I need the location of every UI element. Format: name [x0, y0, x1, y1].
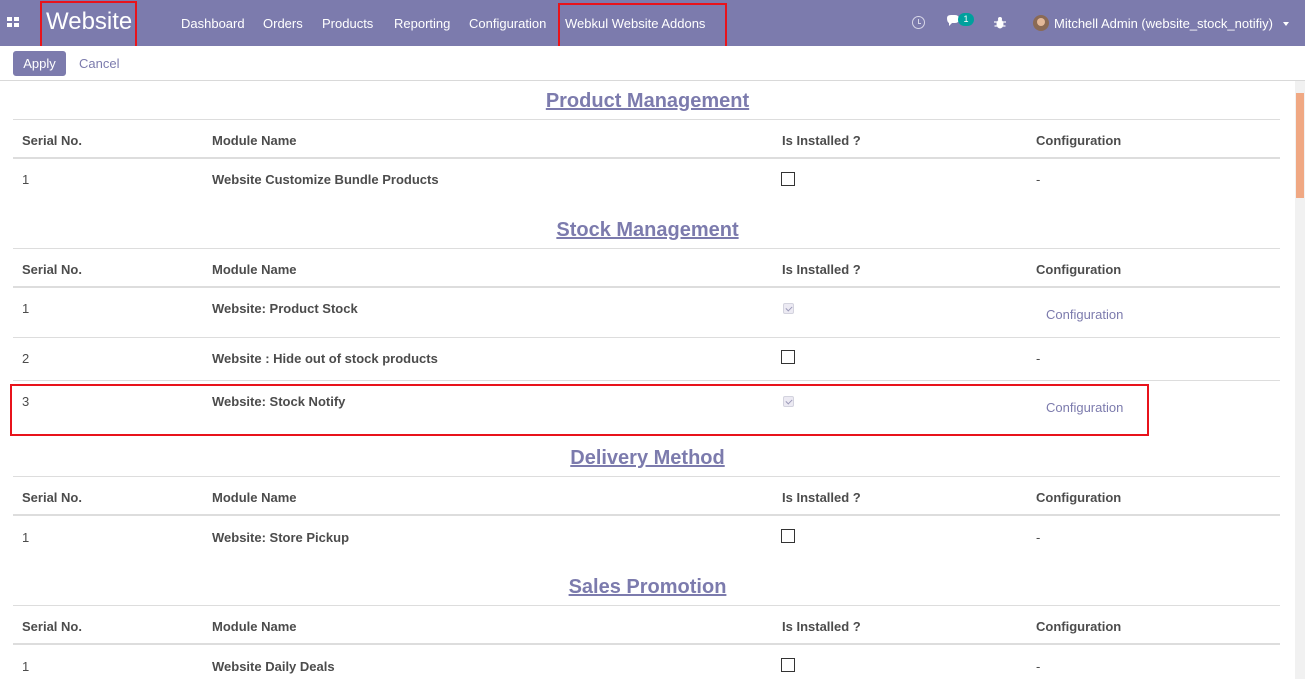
section-title-stock-management: Stock Management — [556, 219, 739, 241]
brand-highlight-box — [40, 1, 137, 48]
installed-checkbox[interactable] — [783, 303, 794, 314]
menu-products[interactable]: Products — [322, 16, 373, 31]
installed-checkbox[interactable] — [781, 350, 795, 364]
table-header: Serial No. Module Name Is Installed ? Co… — [13, 476, 1280, 516]
menu-configuration[interactable]: Configuration — [469, 16, 546, 31]
config-placeholder: - — [1036, 530, 1041, 545]
module-name: Website: Store Pickup — [212, 530, 350, 545]
table-row: 2 Website : Hide out of stock products - — [13, 338, 1280, 381]
installed-checkbox[interactable] — [781, 529, 795, 543]
user-avatar[interactable] — [1033, 15, 1049, 31]
header-module: Module Name — [212, 133, 297, 148]
chat-count-badge: 1 — [958, 13, 974, 26]
section-title-sales-promotion: Sales Promotion — [568, 576, 727, 598]
module-name: Website: Product Stock — [212, 301, 358, 316]
serial-cell: 2 — [22, 351, 30, 366]
header-installed: Is Installed ? — [782, 133, 861, 148]
vertical-scrollbar[interactable] — [1295, 81, 1305, 679]
config-placeholder: - — [1036, 172, 1041, 187]
header-installed: Is Installed ? — [782, 619, 861, 634]
module-name: Website : Hide out of stock products — [212, 351, 438, 366]
header-serial: Serial No. — [22, 133, 82, 148]
installed-checkbox[interactable] — [781, 658, 795, 672]
installed-checkbox[interactable] — [781, 172, 795, 186]
header-module: Module Name — [212, 490, 297, 505]
section-title-product-management: Product Management — [545, 90, 750, 112]
header-configuration: Configuration — [1036, 133, 1122, 148]
control-panel: Apply Cancel — [0, 46, 1305, 81]
user-menu[interactable]: Mitchell Admin (website_stock_notifiy) — [1054, 16, 1273, 31]
table-row: 1 Website: Store Pickup - — [13, 516, 1280, 554]
serial-cell: 1 — [22, 301, 30, 316]
addons-menu-highlight-box — [558, 3, 727, 52]
config-placeholder: - — [1036, 659, 1041, 674]
config-placeholder: - — [1036, 351, 1041, 366]
cancel-button[interactable]: Cancel — [79, 56, 119, 71]
apps-menu-icon[interactable] — [7, 17, 20, 28]
table-header: Serial No. Module Name Is Installed ? Co… — [13, 119, 1280, 159]
header-module: Module Name — [212, 262, 297, 277]
configuration-link[interactable]: Configuration — [1046, 307, 1123, 322]
serial-cell: 1 — [22, 530, 30, 545]
chevron-down-icon[interactable] — [1283, 22, 1289, 26]
table-row: 1 Website Daily Deals - — [13, 645, 1280, 679]
section-title-delivery-method: Delivery Method — [570, 447, 725, 469]
table-row: 1 Website: Product Stock Configuration — [13, 288, 1280, 338]
menu-orders[interactable]: Orders — [263, 16, 303, 31]
scrollbar-thumb[interactable] — [1296, 93, 1304, 198]
header-serial: Serial No. — [22, 619, 82, 634]
serial-cell: 1 — [22, 659, 30, 674]
header-serial: Serial No. — [22, 262, 82, 277]
header-installed: Is Installed ? — [782, 262, 861, 277]
activity-clock-icon[interactable] — [912, 16, 925, 29]
apply-button[interactable]: Apply — [13, 51, 66, 76]
module-name: Website Customize Bundle Products — [212, 172, 439, 187]
header-configuration: Configuration — [1036, 490, 1122, 505]
table-header: Serial No. Module Name Is Installed ? Co… — [13, 248, 1280, 288]
menu-reporting[interactable]: Reporting — [394, 16, 450, 31]
table-header: Serial No. Module Name Is Installed ? Co… — [13, 605, 1280, 645]
debug-bug-icon[interactable] — [994, 16, 1006, 29]
top-navbar: Website Dashboard Orders Products Report… — [0, 0, 1305, 52]
menu-dashboard[interactable]: Dashboard — [181, 16, 245, 31]
header-configuration: Configuration — [1036, 619, 1122, 634]
header-module: Module Name — [212, 619, 297, 634]
stock-notify-highlight-box — [10, 384, 1149, 436]
serial-cell: 1 — [22, 172, 30, 187]
module-name: Website Daily Deals — [212, 659, 335, 674]
header-serial: Serial No. — [22, 490, 82, 505]
settings-content: Product Management Serial No. Module Nam… — [0, 81, 1295, 679]
table-row: 1 Website Customize Bundle Products - — [13, 159, 1280, 197]
header-installed: Is Installed ? — [782, 490, 861, 505]
header-configuration: Configuration — [1036, 262, 1122, 277]
